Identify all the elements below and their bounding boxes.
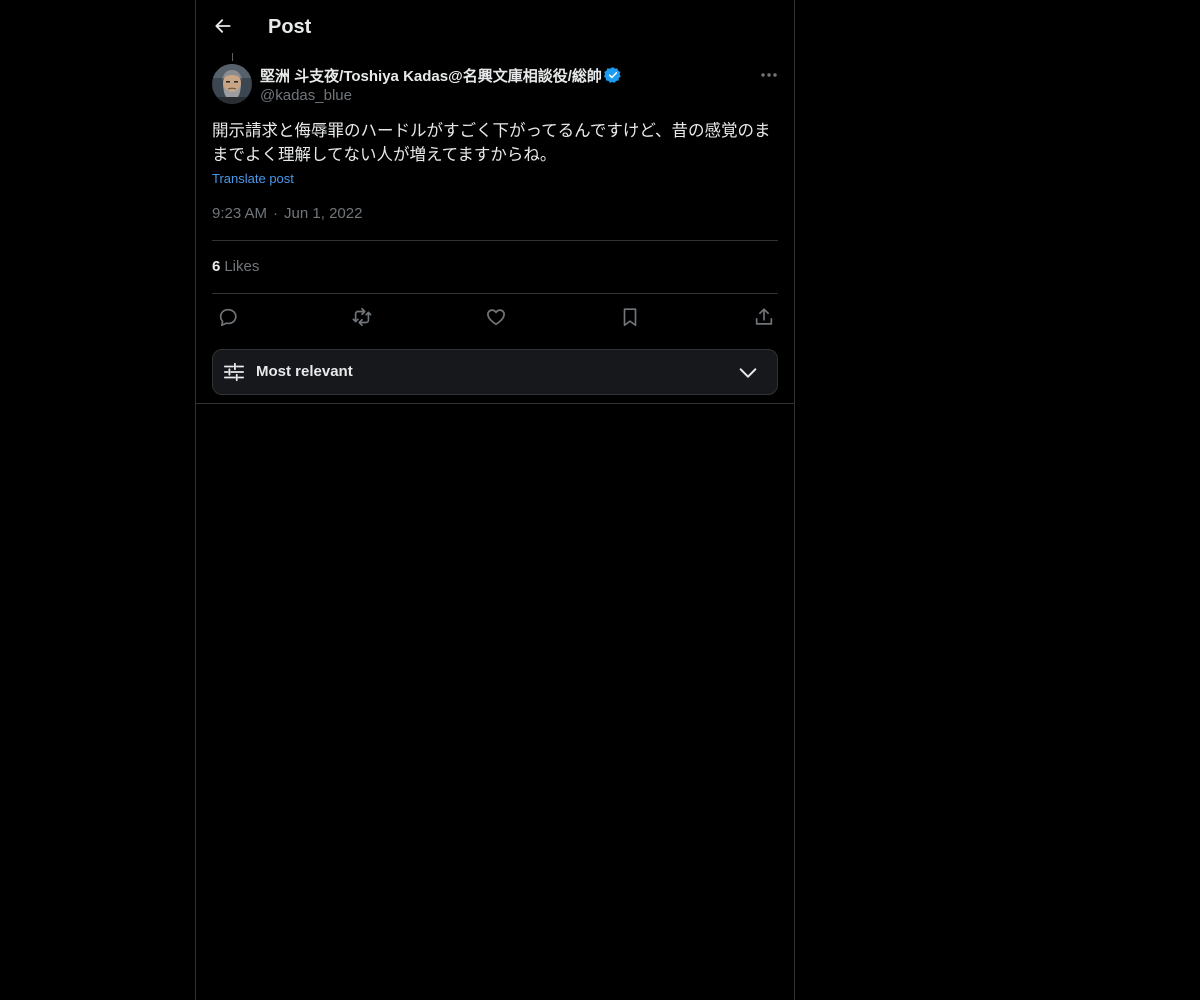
- reply-sort-dropdown[interactable]: Most relevant: [212, 349, 778, 395]
- post-time[interactable]: 9:23 AM: [212, 204, 267, 224]
- likes-count: 6: [212, 258, 221, 275]
- likes-stat[interactable]: 6 Likes: [212, 257, 259, 277]
- back-button[interactable]: [206, 9, 240, 43]
- verified-badge-icon: [603, 66, 622, 84]
- thread-connector-line: [232, 53, 233, 61]
- share-icon: [755, 308, 773, 325]
- likes-label: Likes: [224, 258, 260, 275]
- bookmark-button[interactable]: [615, 302, 645, 332]
- share-button[interactable]: [749, 302, 779, 332]
- arrow-left-icon: [215, 19, 231, 33]
- more-options-button[interactable]: [754, 62, 784, 88]
- reply-icon: [219, 308, 237, 327]
- post-text: 開示請求と侮辱罪のハードルがすごく下がってるんですけど、昔の感覚のままでよく理解…: [212, 121, 771, 164]
- more-dots-icon: [761, 73, 777, 77]
- sliders-icon: [223, 362, 245, 382]
- chevron-down-icon: [739, 368, 757, 378]
- post-timestamp: 9:23 AM · Jun 1, 2022: [212, 204, 362, 224]
- author-name-text: 堅洲 斗支夜/Toshiya Kadas@名興文庫相談役/総帥: [260, 67, 602, 85]
- main-column: Post 堅洲 斗支夜/Toshiya Kadas@名興文庫相談役/総帥 @ka…: [195, 0, 795, 1000]
- divider-bottom: [212, 293, 778, 294]
- heart-icon: [487, 309, 505, 326]
- meta-separator: ·: [273, 205, 279, 222]
- author-handle[interactable]: @kadas_blue: [260, 86, 352, 106]
- bookmark-icon: [623, 308, 637, 327]
- repost-icon: [352, 307, 372, 327]
- divider-top: [212, 240, 778, 241]
- sort-label: Most relevant: [256, 363, 353, 380]
- post-date[interactable]: Jun 1, 2022: [284, 204, 362, 224]
- reply-button[interactable]: [213, 302, 243, 332]
- like-button[interactable]: [481, 302, 511, 332]
- top-bar: Post: [196, 0, 794, 53]
- page-title: Post: [268, 16, 312, 38]
- author-name[interactable]: 堅洲 斗支夜/Toshiya Kadas@名興文庫相談役/総帥: [260, 64, 622, 86]
- repost-button[interactable]: [347, 302, 377, 332]
- avatar-image: [212, 64, 252, 104]
- translate-post-link[interactable]: Translate post: [212, 170, 294, 188]
- author-avatar[interactable]: [212, 64, 252, 104]
- section-divider: [196, 403, 794, 404]
